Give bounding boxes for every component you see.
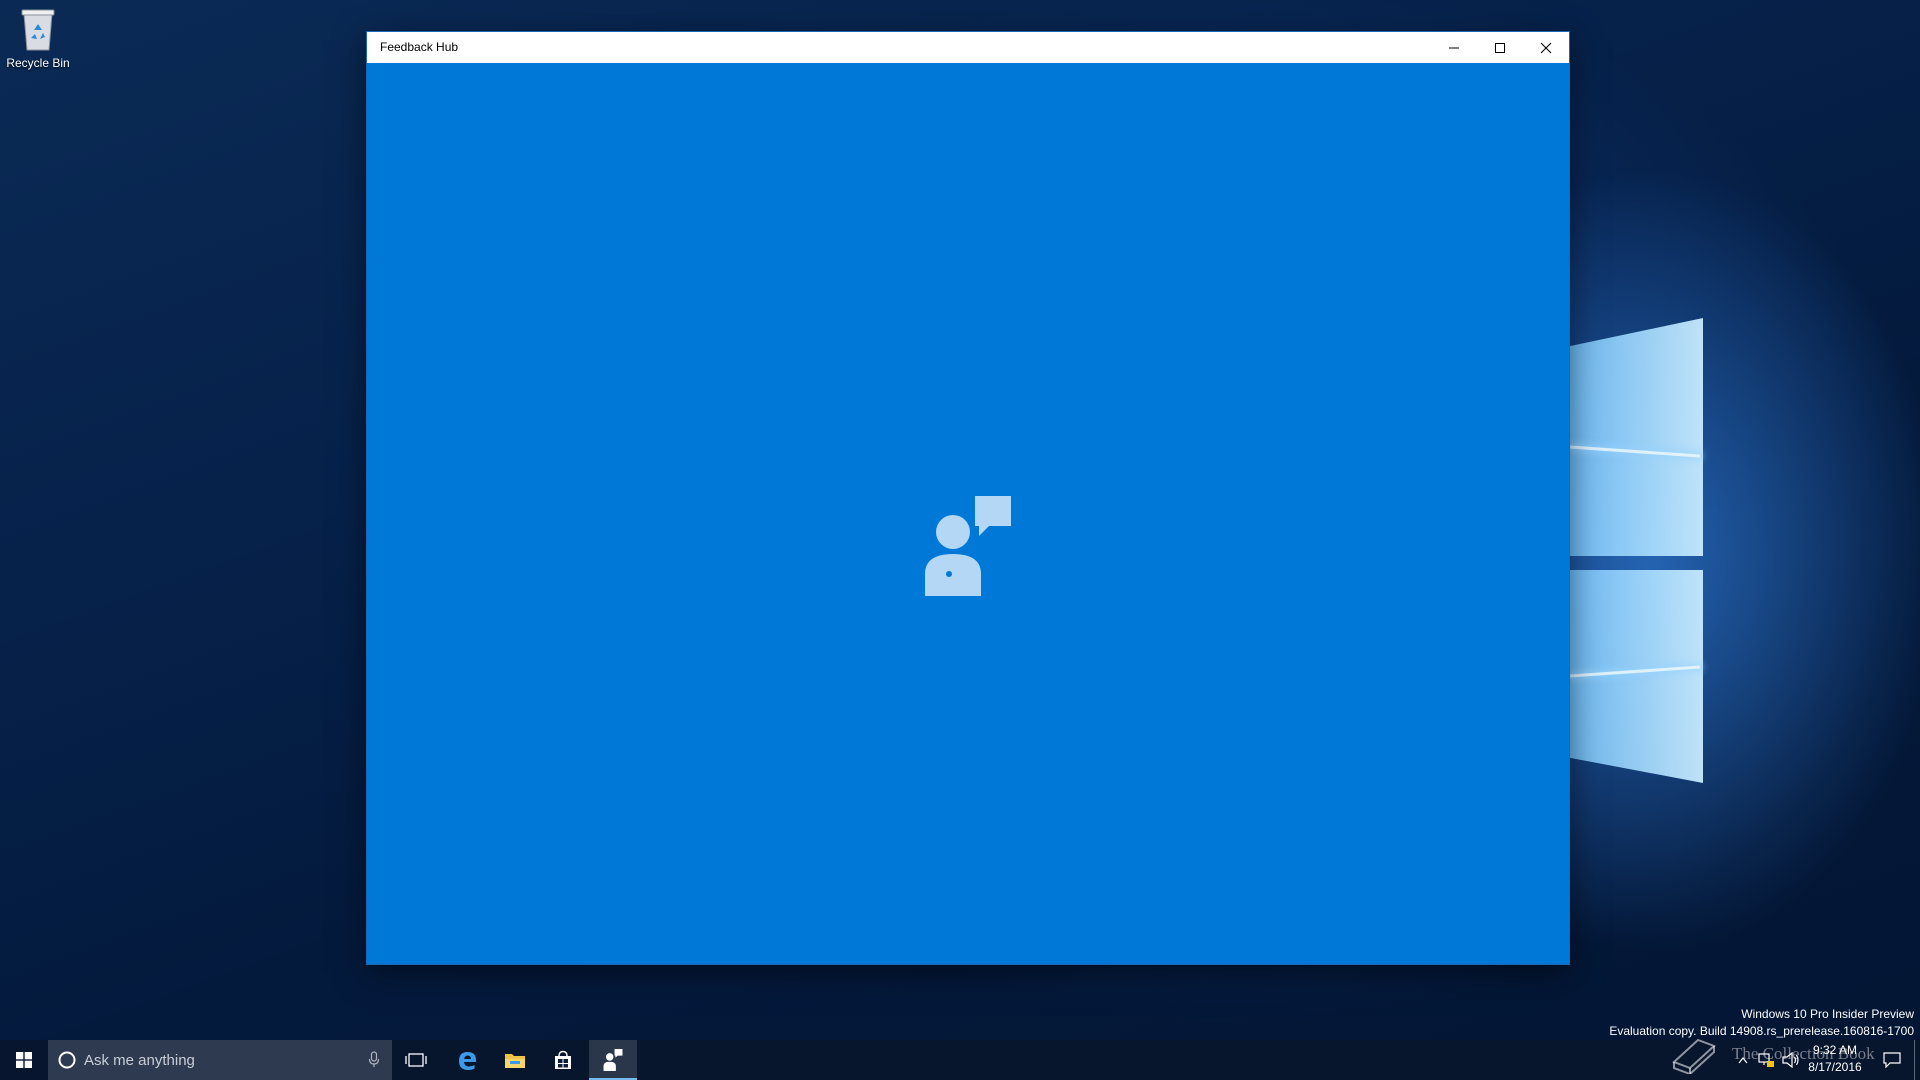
taskbar-clock[interactable]: 9:32 AM 8/17/2016 — [1800, 1042, 1870, 1076]
maximize-button[interactable] — [1477, 32, 1523, 63]
task-view-button[interactable] — [392, 1040, 440, 1080]
desktop: Recycle Bin Feedback Hub Windows 10 Pro … — [0, 0, 1920, 1080]
minimize-button[interactable] — [1431, 32, 1477, 63]
clock-time: 9:32 AM — [1812, 1043, 1858, 1057]
feedback-hub-window[interactable]: Feedback Hub — [367, 32, 1569, 964]
speaker-icon — [1782, 1052, 1799, 1068]
microphone-icon[interactable] — [368, 1051, 380, 1069]
window-title: Feedback Hub — [380, 40, 459, 54]
notification-icon — [1883, 1052, 1901, 1068]
network-tray-button[interactable] — [1754, 1040, 1778, 1080]
file-explorer-taskbar-button[interactable] — [491, 1040, 539, 1080]
wallpaper-logo-upper — [1568, 318, 1703, 556]
store-icon — [555, 1050, 571, 1069]
maximize-icon — [1495, 42, 1505, 53]
cortana-icon — [58, 1051, 76, 1069]
watermark-edition: Windows 10 Pro Insider Preview — [1741, 1007, 1914, 1021]
recycle-bin-shortcut[interactable]: Recycle Bin — [4, 6, 72, 70]
close-button[interactable] — [1523, 32, 1569, 63]
build-watermark: Windows 10 Pro Insider Preview Evaluatio… — [1609, 1006, 1914, 1040]
recycle-bin-label: Recycle Bin — [6, 56, 70, 70]
action-center-button[interactable] — [1876, 1040, 1908, 1080]
search-box[interactable]: Ask me anything — [48, 1040, 392, 1080]
title-bar[interactable]: Feedback Hub — [367, 32, 1569, 63]
taskbar: Ask me anything 9:32 AM 8/17/2016 — [0, 1040, 1920, 1080]
edge-icon — [459, 1052, 476, 1070]
feedback-hub-icon — [603, 1049, 623, 1071]
recycle-bin-icon — [21, 9, 55, 51]
show-hidden-icons-button[interactable] — [1734, 1040, 1752, 1080]
show-desktop-button[interactable] — [1914, 1040, 1920, 1080]
task-view-icon — [405, 1053, 427, 1067]
watermark-build: Evaluation copy. Build 14908.rs_prerelea… — [1609, 1024, 1914, 1038]
feedback-hub-icon — [925, 496, 1011, 596]
splash-screen — [367, 63, 1569, 964]
chevron-up-icon — [1738, 1057, 1748, 1064]
volume-tray-button[interactable] — [1780, 1040, 1802, 1080]
close-icon — [1540, 42, 1552, 53]
search-placeholder: Ask me anything — [84, 1051, 195, 1069]
folder-icon — [505, 1054, 525, 1068]
store-taskbar-button[interactable] — [539, 1040, 587, 1080]
windows-logo-icon — [16, 1052, 32, 1068]
wallpaper-logo-lower — [1568, 570, 1703, 783]
feedback-hub-taskbar-button[interactable] — [589, 1040, 637, 1080]
network-icon — [1758, 1053, 1774, 1067]
start-button[interactable] — [0, 1040, 48, 1080]
edge-taskbar-button[interactable] — [443, 1040, 491, 1080]
clock-date: 8/17/2016 — [1808, 1060, 1862, 1074]
minimize-icon — [1449, 47, 1459, 48]
